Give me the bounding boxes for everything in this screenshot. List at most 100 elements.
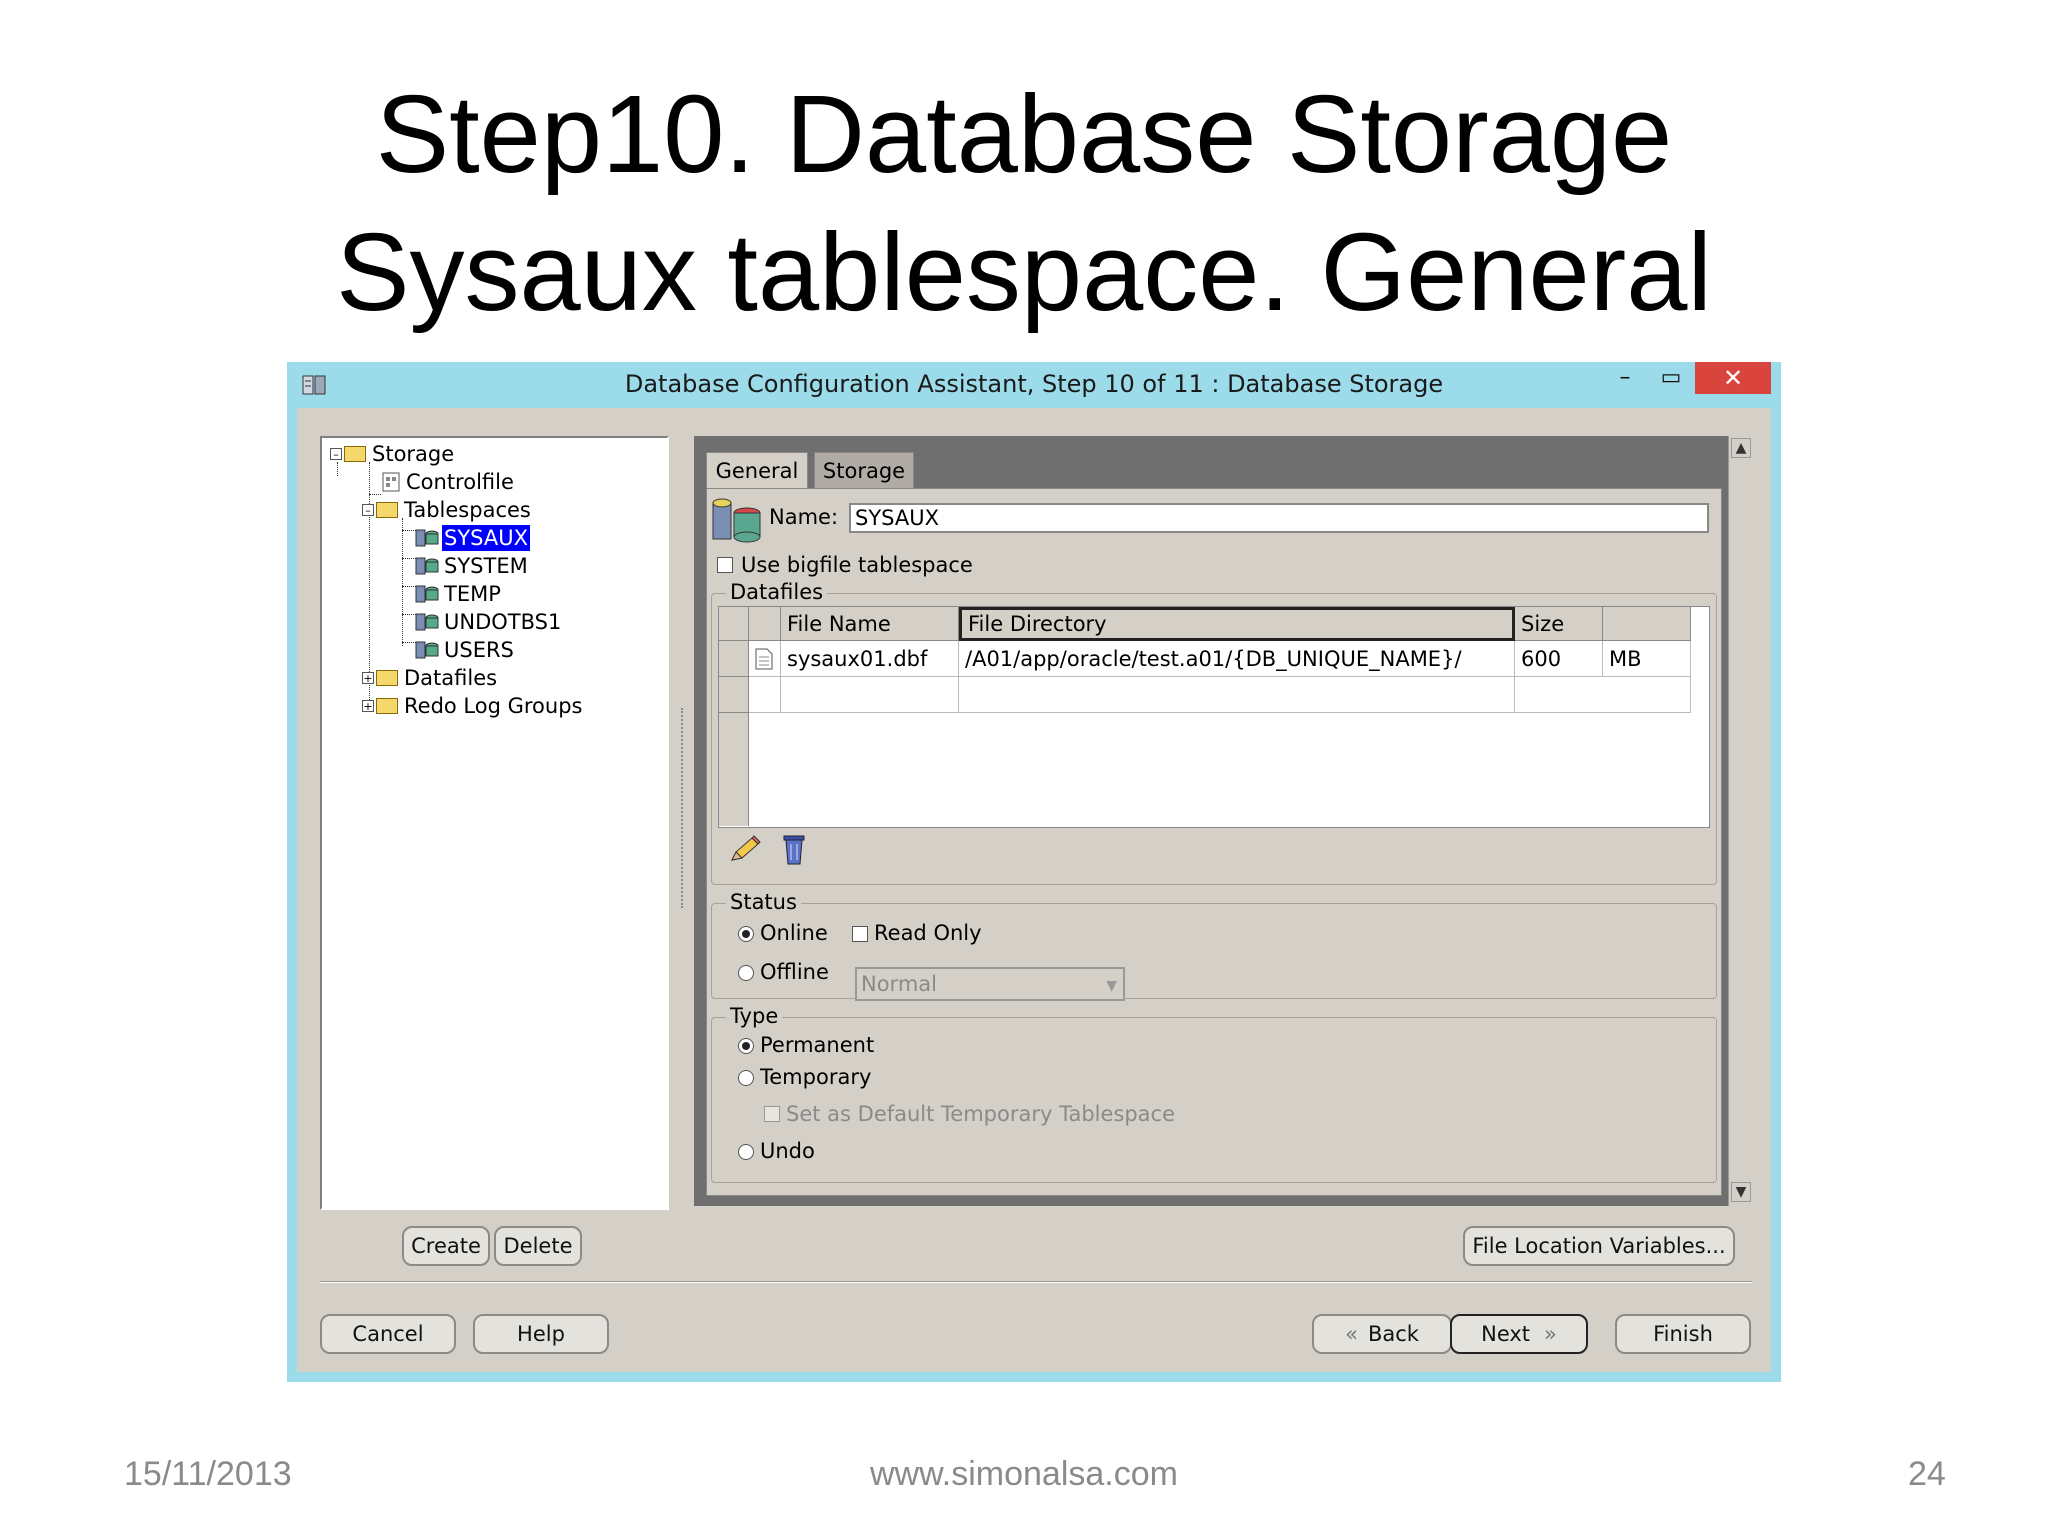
tree-node-undotbs1[interactable]: UNDOTBS1: [414, 608, 563, 636]
chevron-left-icon: «: [1345, 1322, 1358, 1346]
tablespace-large-icon: [712, 498, 761, 543]
permanent-label: Permanent: [760, 1033, 875, 1057]
tree-label: TEMP: [444, 582, 501, 606]
tree-label: Datafiles: [404, 666, 498, 690]
help-button[interactable]: Help: [473, 1314, 609, 1354]
controlfile-icon: [382, 472, 400, 492]
edit-pencil-icon[interactable]: [728, 834, 762, 866]
window-title: Database Configuration Assistant, Step 1…: [624, 370, 1444, 398]
bigfile-checkbox[interactable]: [717, 557, 733, 573]
vertical-scrollbar[interactable]: ▲ ▼: [1728, 436, 1753, 1206]
tree-node-users[interactable]: USERS: [414, 636, 516, 664]
tab-storage[interactable]: Storage: [814, 452, 914, 489]
details-panel: General Storage Name: Use bigfile tables…: [694, 436, 1753, 1206]
undo-radio[interactable]: [738, 1144, 754, 1160]
read-only-checkbox[interactable]: [852, 926, 868, 942]
dbca-window: Database Configuration Assistant, Step 1…: [287, 362, 1781, 1382]
cell-file-name[interactable]: sysaux01.dbf: [781, 641, 959, 677]
tree-node-redo-log-groups[interactable]: + Redo Log Groups: [362, 692, 584, 720]
table-row[interactable]: [749, 677, 781, 713]
online-label: Online: [760, 921, 828, 945]
tablespace-icon: [415, 585, 439, 603]
back-button[interactable]: « Back: [1312, 1314, 1452, 1354]
cell-unit[interactable]: MB: [1603, 641, 1691, 677]
temporary-radio[interactable]: [738, 1070, 754, 1086]
maximize-button[interactable]: ▭: [1649, 362, 1693, 394]
tree-node-datafiles[interactable]: + Datafiles: [362, 664, 499, 692]
column-file-directory[interactable]: File Directory: [959, 607, 1515, 641]
delete-trash-icon[interactable]: [780, 832, 808, 866]
scroll-up-icon[interactable]: ▲: [1731, 438, 1751, 458]
expand-icon[interactable]: +: [362, 700, 374, 712]
row-header[interactable]: [719, 677, 749, 713]
delete-button[interactable]: Delete: [494, 1226, 582, 1266]
file-location-variables-button[interactable]: File Location Variables...: [1463, 1226, 1735, 1266]
collapse-icon[interactable]: –: [362, 504, 374, 516]
bigfile-label: Use bigfile tablespace: [741, 553, 973, 577]
table-row[interactable]: [1515, 677, 1691, 713]
table-icon-column: [749, 607, 781, 641]
undo-label: Undo: [760, 1139, 815, 1163]
cell-file-directory[interactable]: /A01/app/oracle/test.a01/{DB_UNIQUE_NAME…: [959, 641, 1515, 677]
offline-radio[interactable]: [738, 965, 754, 981]
back-label: Back: [1367, 1322, 1419, 1346]
offline-mode-select[interactable]: Normal ▼: [855, 967, 1125, 1001]
scroll-down-icon[interactable]: ▼: [1731, 1182, 1751, 1202]
panel-splitter[interactable]: [681, 708, 689, 908]
column-size[interactable]: Size: [1515, 607, 1603, 641]
tree-label: SYSAUX: [442, 525, 530, 551]
tablespace-icon: [415, 641, 439, 659]
tree-node-storage[interactable]: – Storage: [330, 440, 456, 468]
tab-general[interactable]: General: [706, 452, 808, 489]
expand-icon[interactable]: +: [362, 672, 374, 684]
collapse-icon[interactable]: –: [330, 448, 342, 460]
table-row[interactable]: [781, 677, 959, 713]
column-file-name[interactable]: File Name: [781, 607, 959, 641]
chevron-down-icon: ▼: [1106, 978, 1117, 994]
online-radio[interactable]: [738, 926, 754, 942]
folder-icon: [376, 502, 398, 518]
permanent-radio[interactable]: [738, 1038, 754, 1054]
slide-title-line1: Step10. Database Storage: [375, 73, 1673, 196]
minimize-button[interactable]: –: [1605, 362, 1645, 394]
tree-node-sysaux[interactable]: SYSAUX: [414, 524, 530, 552]
slide-title-line2: Sysaux tablespace. General: [336, 211, 1712, 334]
general-tab-content: Name: Use bigfile tablespace Datafiles F…: [706, 488, 1722, 1196]
tablespace-icon: [415, 613, 439, 631]
close-button[interactable]: ✕: [1695, 362, 1771, 394]
folder-icon: [344, 446, 366, 462]
tree-label: Storage: [372, 442, 455, 466]
default-temp-checkbox[interactable]: [764, 1106, 780, 1122]
datafiles-group: Datafiles File Name File Directory Size …: [711, 580, 1717, 885]
column-unit[interactable]: [1603, 607, 1691, 641]
next-button[interactable]: Next »: [1450, 1314, 1588, 1354]
offline-mode-value: Normal: [861, 972, 937, 996]
datafiles-table[interactable]: File Name File Directory Size sysaux01.d…: [718, 606, 1710, 828]
tree-node-temp[interactable]: TEMP: [414, 580, 503, 608]
type-legend: Type: [726, 1004, 783, 1028]
table-row: [749, 641, 781, 677]
name-input[interactable]: [849, 503, 1709, 533]
tablespace-icon: [415, 557, 439, 575]
create-button[interactable]: Create: [402, 1226, 490, 1266]
tablespace-icon: [415, 529, 439, 547]
finish-button[interactable]: Finish: [1615, 1314, 1751, 1354]
tree-label: UNDOTBS1: [444, 610, 562, 634]
folder-icon: [376, 698, 398, 714]
cancel-button[interactable]: Cancel: [320, 1314, 456, 1354]
cell-size[interactable]: 600: [1515, 641, 1603, 677]
status-group: Status Online Read Only Offline Normal ▼: [711, 890, 1717, 1001]
window-titlebar[interactable]: Database Configuration Assistant, Step 1…: [287, 362, 1781, 408]
tree-node-tablespaces[interactable]: – Tablespaces: [362, 496, 533, 524]
table-row[interactable]: [959, 677, 1515, 713]
tree-node-system[interactable]: SYSTEM: [414, 552, 530, 580]
tree-node-controlfile[interactable]: Controlfile: [382, 468, 516, 496]
chevron-right-icon: »: [1544, 1322, 1557, 1346]
file-icon: [755, 648, 773, 670]
slide-page-number: 24: [1908, 1455, 1946, 1493]
folder-icon: [376, 670, 398, 686]
row-header-empty: [719, 713, 749, 826]
row-header[interactable]: [719, 641, 749, 677]
storage-tree[interactable]: – Storage Controlfile – Tablespaces SYSA…: [320, 436, 669, 1210]
datafiles-legend: Datafiles: [726, 580, 828, 604]
